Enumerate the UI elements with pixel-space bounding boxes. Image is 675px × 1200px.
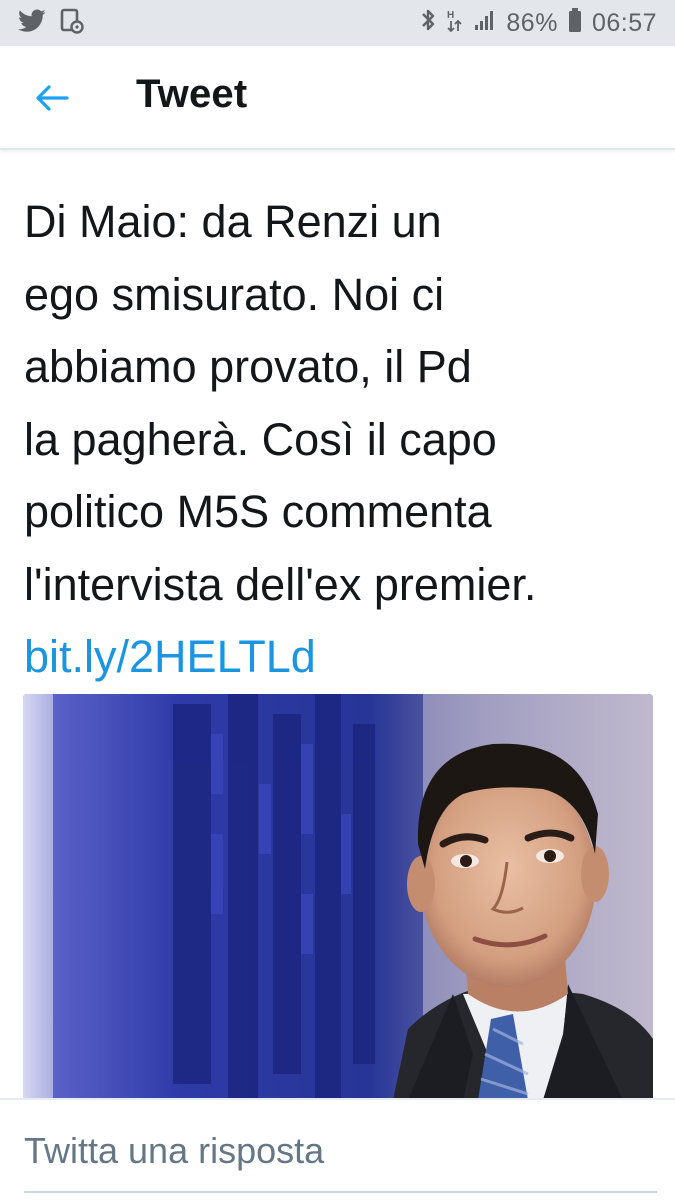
screenshot-icon	[60, 8, 84, 39]
tweet-text-line: la pagherà. Così il capo	[24, 413, 497, 465]
bluetooth-icon	[420, 7, 436, 40]
app-bar: Tweet	[0, 46, 675, 150]
reply-bar: Twitta una risposta	[0, 1098, 675, 1200]
system-status: H 86% 06:57	[420, 7, 657, 40]
tweet-text-line: l'intervista dell'ex premier.	[24, 558, 537, 610]
svg-text:H: H	[447, 10, 454, 21]
signal-icon	[474, 9, 496, 38]
battery-icon	[568, 7, 582, 40]
photo-illustration	[23, 694, 653, 1100]
reply-input-underline	[24, 1191, 657, 1193]
tweet-text-line: abbiamo provato, il Pd	[24, 341, 472, 392]
reply-input[interactable]: Twitta una risposta	[24, 1130, 324, 1172]
notification-icons	[18, 8, 84, 39]
tweet-link[interactable]: bit.ly/2HELTLd	[24, 621, 664, 694]
data-transfer-icon: H	[446, 7, 464, 40]
tweet-text-line: politico M5S commenta	[24, 486, 492, 537]
tweet-text: Di Maio: da Renzi un ego smisurato. Noi …	[24, 186, 664, 694]
tweet-media-photo[interactable]	[23, 694, 653, 1100]
tweet-text-line: ego smisurato. Noi ci	[24, 268, 445, 320]
battery-percent: 86%	[506, 8, 558, 37]
arrow-left-icon	[34, 84, 70, 117]
clock: 06:57	[591, 8, 657, 37]
page-title: Tweet	[136, 72, 248, 116]
back-button[interactable]	[28, 76, 76, 124]
status-bar: H 86% 06:57	[0, 0, 675, 46]
twitter-icon	[18, 8, 46, 38]
tweet-text-line: Di Maio: da Renzi un	[24, 196, 442, 247]
